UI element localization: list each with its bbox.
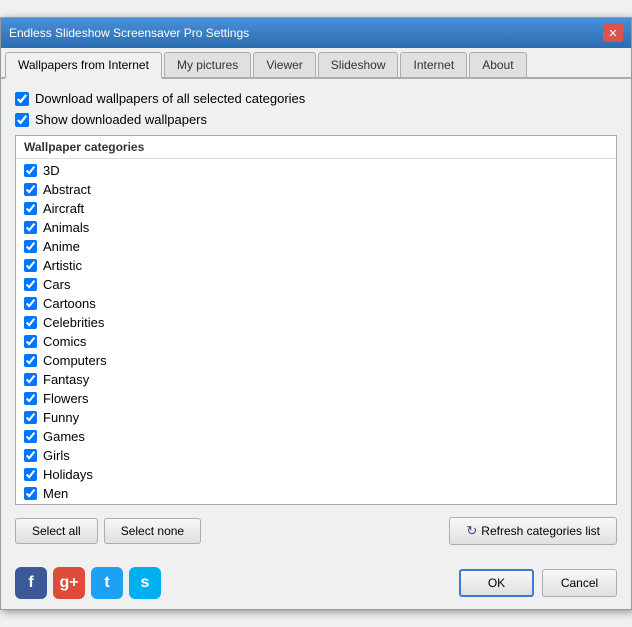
category-label: 3D <box>43 163 60 178</box>
show-checkbox[interactable] <box>15 113 29 127</box>
ok-cancel-buttons: OK Cancel <box>459 569 617 597</box>
facebook-icon[interactable]: f <box>15 567 47 599</box>
category-label: Games <box>43 429 85 444</box>
category-label: Comics <box>43 334 86 349</box>
refresh-button[interactable]: ↻ Refresh categories list <box>449 517 617 545</box>
tab-slideshow[interactable]: Slideshow <box>318 52 399 77</box>
list-item: Cars <box>16 275 616 294</box>
main-content: Download wallpapers of all selected cate… <box>1 79 631 561</box>
tab-internet[interactable]: Internet <box>400 52 467 77</box>
category-label: Celebrities <box>43 315 104 330</box>
select-none-button[interactable]: Select none <box>104 518 201 544</box>
show-label: Show downloaded wallpapers <box>35 112 207 127</box>
social-icons: f g+ t s <box>15 567 161 599</box>
category-label: Holidays <box>43 467 93 482</box>
category-list[interactable]: 3D Abstract Aircraft Animals Anime Artistic Ca… <box>16 159 616 504</box>
category-checkbox[interactable] <box>24 335 37 348</box>
category-checkbox[interactable] <box>24 183 37 196</box>
category-label: Cartoons <box>43 296 96 311</box>
list-item: Flowers <box>16 389 616 408</box>
list-item: 3D <box>16 161 616 180</box>
list-item: Anime <box>16 237 616 256</box>
list-item: Artistic <box>16 256 616 275</box>
category-checkbox[interactable] <box>24 221 37 234</box>
category-checkbox[interactable] <box>24 430 37 443</box>
category-label: Fantasy <box>43 372 89 387</box>
category-panel-header: Wallpaper categories <box>16 136 616 159</box>
download-label: Download wallpapers of all selected cate… <box>35 91 305 106</box>
category-label: Flowers <box>43 391 89 406</box>
category-label: Aircraft <box>43 201 84 216</box>
footer-row: f g+ t s OK Cancel <box>1 561 631 609</box>
category-label: Cars <box>43 277 70 292</box>
cancel-button[interactable]: Cancel <box>542 569 617 597</box>
close-button[interactable]: ✕ <box>603 24 623 42</box>
list-item: Girls <box>16 446 616 465</box>
twitter-icon[interactable]: t <box>91 567 123 599</box>
list-item: Celebrities <box>16 313 616 332</box>
list-item: Fantasy <box>16 370 616 389</box>
category-checkbox[interactable] <box>24 468 37 481</box>
category-label: Computers <box>43 353 107 368</box>
category-checkbox[interactable] <box>24 354 37 367</box>
category-label: Funny <box>43 410 79 425</box>
category-label: Anime <box>43 239 80 254</box>
category-list-wrapper: 3D Abstract Aircraft Animals Anime Artistic Ca… <box>16 159 616 504</box>
list-item: Cartoons <box>16 294 616 313</box>
tab-wallpapers[interactable]: Wallpapers from Internet <box>5 52 162 79</box>
category-panel: Wallpaper categories 3D Abstract Aircraft A… <box>15 135 617 505</box>
download-checkbox[interactable] <box>15 92 29 106</box>
tab-my-pictures[interactable]: My pictures <box>164 52 251 77</box>
category-checkbox[interactable] <box>24 297 37 310</box>
list-item: Comics <box>16 332 616 351</box>
list-item: Holidays <box>16 465 616 484</box>
category-checkbox[interactable] <box>24 240 37 253</box>
title-bar: Endless Slideshow Screensaver Pro Settin… <box>1 18 631 48</box>
list-item: Computers <box>16 351 616 370</box>
title-bar-controls: ✕ <box>603 24 623 42</box>
list-item: Animals <box>16 218 616 237</box>
category-checkbox[interactable] <box>24 259 37 272</box>
refresh-label: Refresh categories list <box>481 524 600 538</box>
category-label: Girls <box>43 448 70 463</box>
google-plus-icon[interactable]: g+ <box>53 567 85 599</box>
category-checkbox[interactable] <box>24 392 37 405</box>
category-label: Men <box>43 486 68 501</box>
download-checkbox-row: Download wallpapers of all selected cate… <box>15 91 617 106</box>
category-checkbox[interactable] <box>24 411 37 424</box>
select-all-button[interactable]: Select all <box>15 518 98 544</box>
list-item: Aircraft <box>16 199 616 218</box>
tab-about[interactable]: About <box>469 52 526 77</box>
show-checkbox-row: Show downloaded wallpapers <box>15 112 617 127</box>
list-item: Minimalistic <box>16 503 616 504</box>
category-label: Abstract <box>43 182 91 197</box>
list-item: Abstract <box>16 180 616 199</box>
list-item: Games <box>16 427 616 446</box>
ok-button[interactable]: OK <box>459 569 534 597</box>
list-item: Funny <box>16 408 616 427</box>
category-checkbox[interactable] <box>24 487 37 500</box>
category-checkbox[interactable] <box>24 373 37 386</box>
refresh-icon: ↻ <box>466 523 477 539</box>
btn-group-left: Select all Select none <box>15 518 201 544</box>
list-item: Men <box>16 484 616 503</box>
tab-bar: Wallpapers from Internet My pictures Vie… <box>1 48 631 79</box>
tab-viewer[interactable]: Viewer <box>253 52 315 77</box>
category-label: Artistic <box>43 258 82 273</box>
category-label: Animals <box>43 220 89 235</box>
category-checkbox[interactable] <box>24 278 37 291</box>
window-title: Endless Slideshow Screensaver Pro Settin… <box>9 26 249 40</box>
category-checkbox[interactable] <box>24 316 37 329</box>
settings-window: Endless Slideshow Screensaver Pro Settin… <box>0 17 632 610</box>
skype-icon[interactable]: s <box>129 567 161 599</box>
category-checkbox[interactable] <box>24 202 37 215</box>
category-checkbox[interactable] <box>24 449 37 462</box>
bottom-buttons: Select all Select none ↻ Refresh categor… <box>15 513 617 549</box>
category-checkbox[interactable] <box>24 164 37 177</box>
